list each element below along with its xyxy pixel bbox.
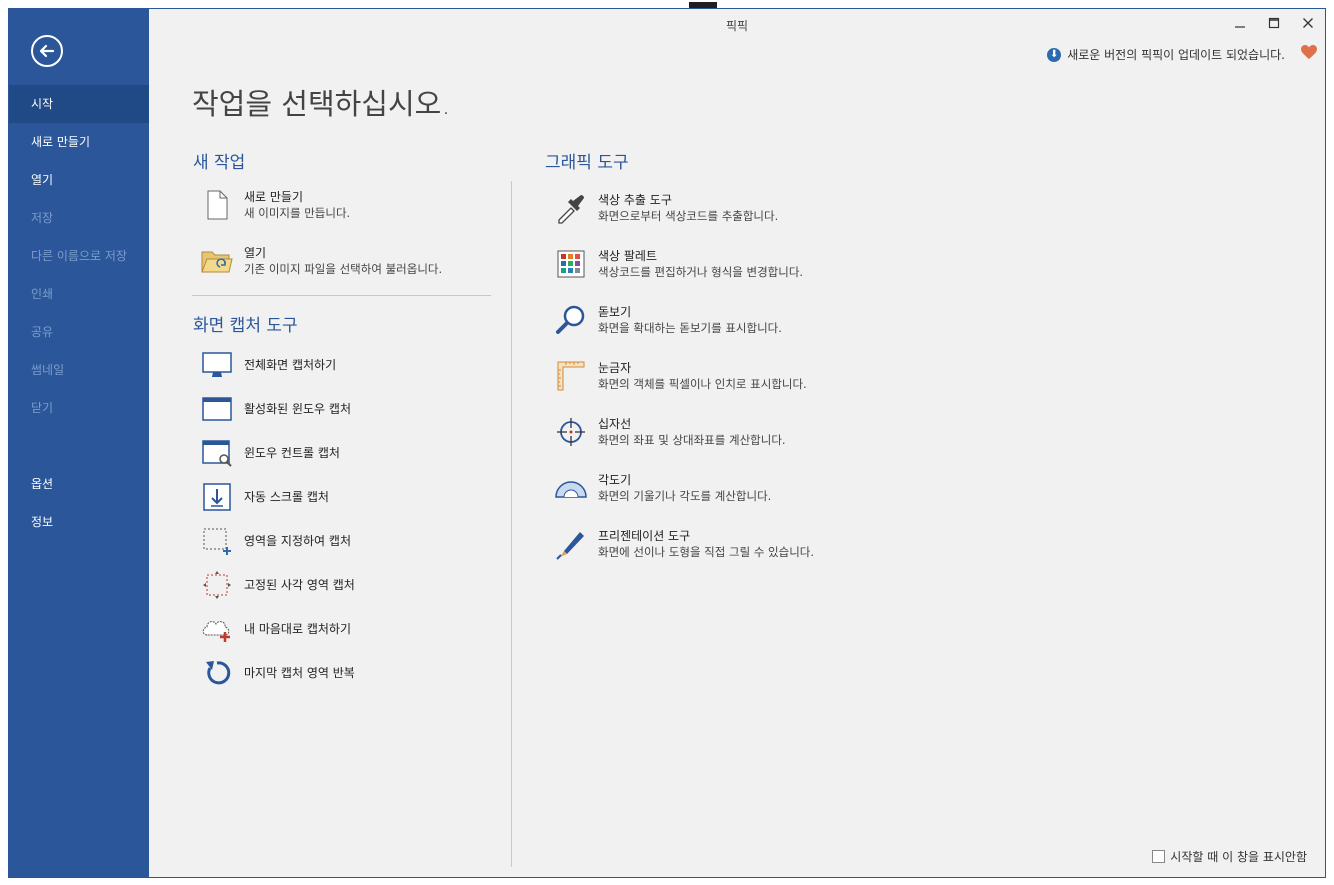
color-palette-desc: 색상코드를 편집하거나 형식을 변경합니다. — [598, 265, 804, 279]
repeat-icon — [201, 657, 233, 689]
capture-repeat-label: 마지막 캡처 영역 반복 — [244, 666, 355, 680]
capture-region-label: 영역을 지정하여 캡처 — [244, 534, 351, 548]
close-button[interactable] — [1293, 15, 1323, 33]
update-text: 새로운 버전의 픽픽이 업데이트 되었습니다. — [1067, 48, 1285, 62]
update-notification[interactable]: ⬇ 새로운 버전의 픽픽이 업데이트 되었습니다. — [1047, 46, 1285, 63]
heart-button[interactable] — [1301, 45, 1317, 64]
new-image-label: 새로 만들기 — [244, 190, 304, 204]
window-icon — [201, 393, 233, 425]
sidebar-item-new[interactable]: 새로 만들기 — [9, 123, 149, 161]
capture-fullscreen-item[interactable]: 전체화면 캡처하기 — [201, 349, 336, 381]
sidebar-item-close: 닫기 — [31, 401, 54, 415]
capture-fixed-region-label: 고정된 사각 영역 캡처 — [244, 578, 355, 592]
magnifier-icon — [555, 304, 587, 336]
open-image-desc: 기존 이미지 파일을 선택하여 불러옵니다. — [244, 262, 443, 276]
minimize-button[interactable] — [1225, 15, 1255, 33]
section-title-graphics: 그래픽 도구 — [545, 153, 629, 173]
section-title-new-task: 새 작업 — [193, 153, 246, 173]
capture-fixed-region-item[interactable]: 고정된 사각 영역 캡처 — [201, 569, 355, 601]
fixed-region-icon — [201, 569, 233, 601]
palette-icon — [555, 248, 587, 280]
new-document-icon — [201, 189, 233, 221]
capture-active-window-label: 활성화된 윈도우 캡처 — [244, 402, 351, 416]
color-picker-desc: 화면으로부터 색상코드를 추출합니다. — [598, 209, 779, 223]
presentation-tool-item[interactable]: 프리젠테이션 도구 화면에 선이나 도형을 직접 그릴 수 있습니다. — [555, 528, 814, 560]
magnifier-desc: 화면을 확대하는 돋보기를 표시합니다. — [598, 321, 782, 335]
sidebar-item-thumbnail: 썸네일 — [31, 363, 65, 377]
capture-freehand-item[interactable]: 내 마음대로 캡처하기 — [201, 613, 351, 645]
page-title: 작업을 선택하십시오. — [192, 87, 451, 121]
protractor-desc: 화면의 기울기나 각도를 계산합니다. — [598, 489, 772, 503]
sidebar-item-save-as: 다른 이름으로 저장 — [31, 249, 127, 263]
sidebar-item-about[interactable]: 정보 — [9, 503, 149, 541]
maximize-icon — [1268, 17, 1280, 29]
heart-icon — [1301, 45, 1317, 59]
back-button[interactable] — [31, 35, 63, 67]
section-title-capture: 화면 캡처 도구 — [193, 316, 298, 336]
magnifier-label: 돋보기 — [598, 305, 632, 319]
ruler-desc: 화면의 객체를 픽셀이나 인치로 표시합니다. — [598, 377, 807, 391]
open-image-item[interactable]: 열기 기존 이미지 파일을 선택하여 불러옵니다. — [201, 245, 442, 277]
protractor-item[interactable]: 각도기 화면의 기울기나 각도를 계산합니다. — [555, 472, 771, 504]
new-image-item[interactable]: 새로 만들기 새 이미지를 만듭니다. — [201, 189, 350, 221]
capture-window-control-item[interactable]: 윈도우 컨트롤 캡처 — [201, 437, 340, 469]
capture-active-window-item[interactable]: 활성화된 윈도우 캡처 — [201, 393, 351, 425]
ruler-label: 눈금자 — [598, 361, 632, 375]
crosshair-label: 십자선 — [598, 417, 632, 431]
eyedropper-icon — [555, 192, 587, 224]
window-title: 픽픽 — [725, 19, 749, 33]
crosshair-item[interactable]: 십자선 화면의 좌표 및 상대좌표를 계산합니다. — [555, 416, 786, 448]
magnifier-item[interactable]: 돋보기 화면을 확대하는 돋보기를 표시합니다. — [555, 304, 782, 336]
sidebar-item-save: 저장 — [31, 211, 54, 225]
color-picker-label: 색상 추출 도구 — [598, 193, 672, 207]
color-picker-item[interactable]: 색상 추출 도구 화면으로부터 색상코드를 추출합니다. — [555, 192, 778, 224]
freehand-icon — [201, 613, 233, 645]
presentation-tool-desc: 화면에 선이나 도형을 직접 그릴 수 있습니다. — [598, 545, 815, 559]
pen-icon — [555, 528, 587, 560]
capture-region-item[interactable]: 영역을 지정하여 캡처 — [201, 525, 351, 557]
close-icon — [1303, 18, 1313, 28]
capture-freehand-label: 내 마음대로 캡처하기 — [244, 622, 351, 636]
sidebar-item-share: 공유 — [31, 325, 54, 339]
maximize-button[interactable] — [1259, 15, 1289, 33]
sidebar-item-open[interactable]: 열기 — [9, 161, 149, 199]
download-icon: ⬇ — [1047, 47, 1062, 62]
ruler-item[interactable]: 눈금자 화면의 객체를 픽셀이나 인치로 표시합니다. — [555, 360, 807, 392]
window-control-icon — [201, 437, 233, 469]
minimize-icon — [1235, 26, 1245, 28]
capture-fullscreen-label: 전체화면 캡처하기 — [244, 358, 337, 372]
sidebar-item-options[interactable]: 옵션 — [9, 465, 149, 503]
capture-window-control-label: 윈도우 컨트롤 캡처 — [244, 446, 340, 460]
open-folder-icon — [201, 245, 233, 277]
sidebar-spacer — [9, 427, 149, 465]
dont-show-checkbox[interactable] — [1152, 850, 1166, 863]
color-palette-label: 색상 팔레트 — [598, 249, 658, 263]
dont-show-label: 시작할 때 이 창을 표시안함 — [1170, 850, 1307, 864]
capture-auto-scroll-item[interactable]: 자동 스크롤 캡처 — [201, 481, 329, 513]
app-window: 시작 새로 만들기 열기 저장 다른 이름으로 저장 인쇄 공유 썸네일 닫기 … — [8, 8, 1326, 878]
sidebar-nav: 시작 새로 만들기 열기 저장 다른 이름으로 저장 인쇄 공유 썸네일 닫기 … — [9, 85, 149, 541]
open-image-label: 열기 — [244, 246, 267, 260]
column-divider — [511, 181, 512, 867]
protractor-label: 각도기 — [598, 473, 632, 487]
sidebar-item-print: 인쇄 — [31, 287, 54, 301]
ruler-icon — [555, 360, 587, 392]
back-arrow-icon — [39, 44, 55, 58]
section-divider — [192, 295, 491, 296]
protractor-icon — [555, 472, 587, 504]
dont-show-on-startup[interactable]: 시작할 때 이 창을 표시안함 — [1152, 848, 1307, 865]
sidebar: 시작 새로 만들기 열기 저장 다른 이름으로 저장 인쇄 공유 썸네일 닫기 … — [9, 9, 149, 877]
color-palette-item[interactable]: 색상 팔레트 색상코드를 편집하거나 형식을 변경합니다. — [555, 248, 803, 280]
crosshair-icon — [555, 416, 587, 448]
new-image-desc: 새 이미지를 만듭니다. — [244, 206, 351, 220]
crosshair-desc: 화면의 좌표 및 상대좌표를 계산합니다. — [598, 433, 786, 447]
sidebar-item-start[interactable]: 시작 — [9, 85, 149, 123]
scroll-capture-icon — [201, 481, 233, 513]
region-select-icon — [201, 525, 233, 557]
monitor-icon — [201, 349, 233, 381]
presentation-tool-label: 프리젠테이션 도구 — [598, 529, 691, 543]
capture-repeat-item[interactable]: 마지막 캡처 영역 반복 — [201, 657, 355, 689]
capture-auto-scroll-label: 자동 스크롤 캡처 — [244, 490, 329, 504]
